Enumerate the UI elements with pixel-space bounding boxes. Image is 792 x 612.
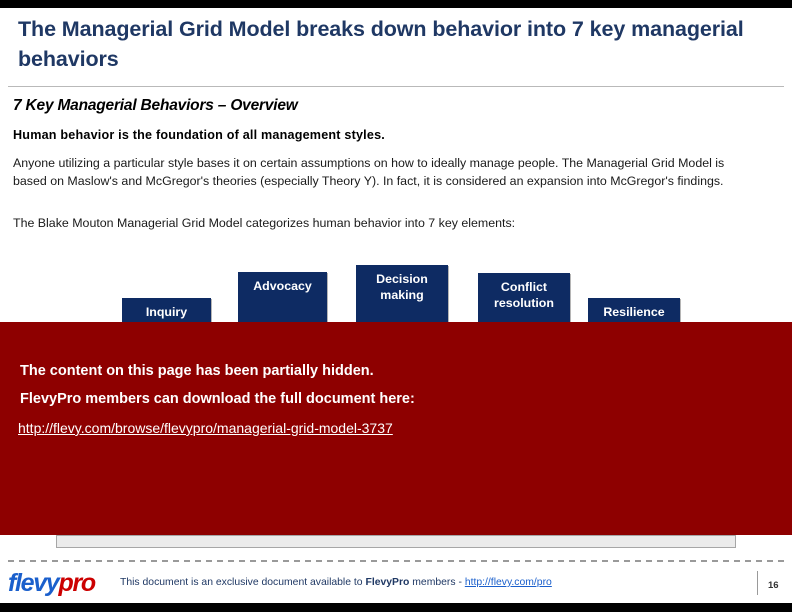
overlay-download-link[interactable]: http://flevy.com/browse/flevypro/manager… [18, 420, 393, 436]
overlay-message-line-1: The content on this page has been partia… [20, 363, 374, 379]
hidden-content-overlay: The content on this page has been partia… [0, 322, 792, 535]
behavior-box-label: Resilience [603, 305, 665, 319]
section-heading: 7 Key Managerial Behaviors – Overview [13, 97, 298, 114]
body-paragraph-1: Anyone utilizing a particular style base… [13, 156, 725, 188]
logo-text-flevy: flevy [8, 569, 60, 597]
slide-frame-bottom-bar [0, 603, 792, 612]
footer-divider-rule [8, 560, 784, 562]
slide-footer: flevypro This document is an exclusive d… [0, 566, 792, 603]
footer-brand-name: FlevyPro [365, 577, 410, 588]
title-divider [8, 86, 784, 87]
lead-statement: Human behavior is the foundation of all … [13, 128, 385, 142]
slide-frame-top-bar [0, 0, 792, 8]
slide-canvas: The Managerial Grid Model breaks down be… [0, 0, 792, 612]
hidden-content-placeholder-bar [56, 535, 736, 548]
behavior-box-label: Inquiry [145, 305, 188, 319]
behavior-box-label: Decision making [376, 272, 428, 302]
footer-notice-prefix: This document is an exclusive document a… [120, 577, 366, 588]
body-paragraph-2: The Blake Mouton Managerial Grid Model c… [13, 216, 516, 230]
behavior-box-label: Conflict resolution [494, 280, 554, 310]
overlay-message-line-2: FlevyPro members can download the full d… [20, 391, 415, 407]
footer-vertical-divider [757, 571, 758, 595]
slide-title-block: The Managerial Grid Model breaks down be… [18, 14, 774, 74]
footer-flevypro-link[interactable]: http://flevy.com/pro [465, 577, 552, 588]
flevypro-logo: flevypro [8, 569, 96, 597]
logo-text-pro: pro [58, 569, 96, 597]
footer-notice-middle: members - [409, 577, 465, 588]
page-number: 16 [768, 580, 779, 591]
footer-notice: This document is an exclusive document a… [120, 577, 552, 588]
behavior-box-label: Advocacy [253, 279, 312, 293]
page-title: The Managerial Grid Model breaks down be… [18, 17, 744, 71]
